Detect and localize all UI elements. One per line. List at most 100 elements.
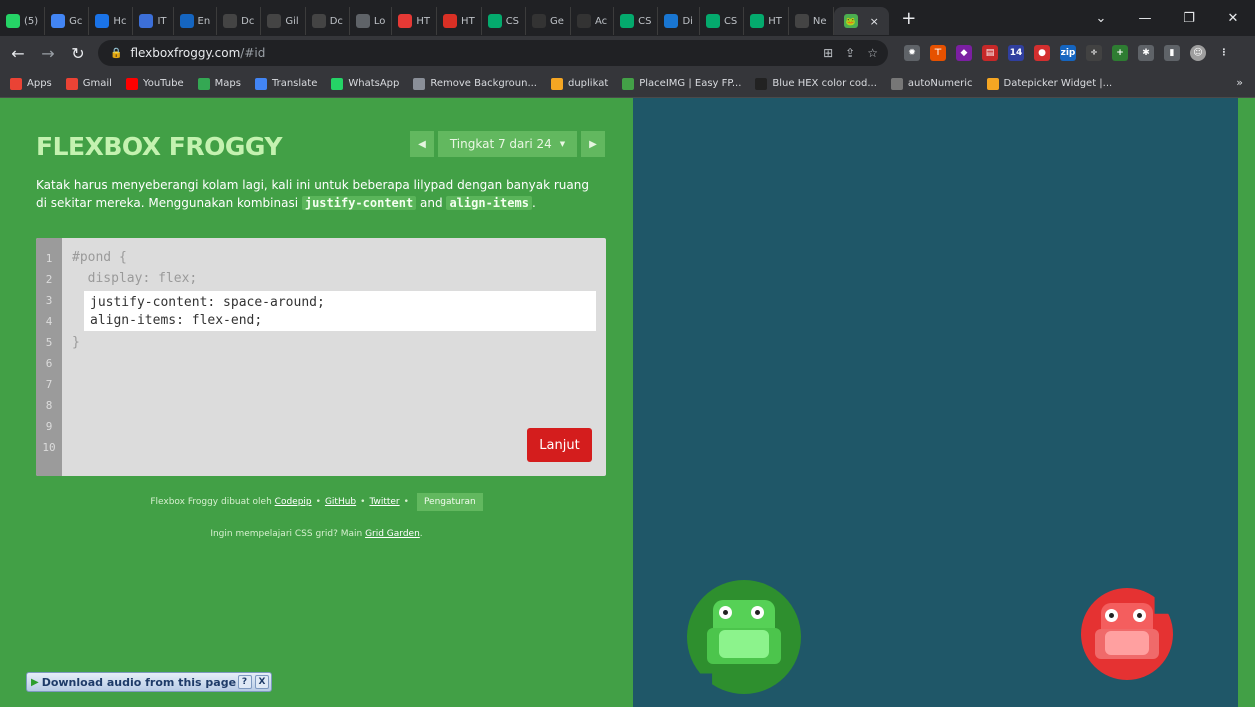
green-frog	[705, 600, 783, 672]
prev-level-button[interactable]: ◀	[410, 131, 434, 157]
puzzle-icon[interactable]: ✱	[1138, 45, 1154, 61]
codepip-link[interactable]: Codepip	[275, 497, 312, 507]
bookmark-label: Apps	[27, 78, 52, 89]
zip-extension-icon[interactable]: zip	[1060, 45, 1076, 61]
bookmark-item[interactable]: Gmail	[65, 77, 112, 90]
close-tab-icon[interactable]: ×	[870, 15, 879, 28]
calendar-extension-icon[interactable]: ▤	[982, 45, 998, 61]
grid-garden-link[interactable]: Grid Garden	[365, 529, 420, 539]
browser-tab[interactable]: CS	[482, 7, 527, 35]
credits: Flexbox Froggy dibuat oleh Codepip • Git…	[0, 493, 633, 511]
browser-tab[interactable]: Di	[658, 7, 700, 35]
browser-tab[interactable]: HT	[392, 7, 438, 35]
bookmark-label: Blue HEX color cod...	[772, 78, 877, 89]
address-bar[interactable]: 🔒 flexboxfroggy.com /#id ⊞ ⇪ ☆	[98, 40, 888, 66]
browser-tab[interactable]: Dc	[306, 7, 350, 35]
gear-extension-icon[interactable]: ✹	[904, 45, 920, 61]
browser-tab[interactable]: Ac	[571, 7, 615, 35]
bookmark-item[interactable]: autoNumeric	[890, 77, 973, 90]
tab-label: Ge	[550, 15, 564, 27]
badge-extension-icon[interactable]: 14	[1008, 45, 1024, 61]
back-icon[interactable]: ←	[6, 44, 30, 63]
settings-button[interactable]: Pengaturan	[416, 493, 483, 511]
lock-icon[interactable]: 🔒	[110, 48, 122, 59]
bookmark-item[interactable]: Remove Backgroun...	[413, 77, 537, 90]
hex-icon	[755, 77, 768, 90]
browser-tab[interactable]: En	[174, 7, 218, 35]
tab-label: Lo	[373, 15, 386, 27]
tab-label: CS	[638, 15, 652, 27]
bookmark-item[interactable]: duplikat	[550, 77, 608, 90]
globe-icon	[139, 14, 154, 28]
eyedropper-extension-icon[interactable]: ⊤	[930, 45, 946, 61]
browser-tab[interactable]: CS	[700, 7, 745, 35]
bookmark-item[interactable]: Maps	[197, 77, 241, 90]
bookmark-star-icon[interactable]: ☆	[867, 46, 878, 60]
shield-extension-icon[interactable]: ●	[1034, 45, 1050, 61]
tab-label: Dc	[329, 15, 343, 27]
minimize-icon[interactable]: —	[1123, 11, 1167, 26]
browser-tab[interactable]: Hc	[89, 7, 134, 35]
next-level-button[interactable]: ▶	[581, 131, 605, 157]
bookmark-item[interactable]: Apps	[10, 77, 52, 90]
browser-tab[interactable]: Gil	[261, 7, 306, 35]
page-icon	[355, 14, 370, 28]
close-window-icon[interactable]: ✕	[1211, 11, 1255, 26]
translate-page-icon[interactable]: ⊞	[823, 46, 833, 60]
line-number: 1	[45, 252, 53, 265]
add-extension-icon[interactable]: +	[1112, 45, 1128, 61]
github-link[interactable]: GitHub	[325, 497, 356, 507]
tab-label: En	[197, 15, 211, 27]
browser-tab[interactable]: Dc	[217, 7, 262, 35]
page-content: FLEXBOX FROGGY ◀ Tingkat 7 dari 24 ▼ ▶ K…	[0, 98, 1255, 707]
help-icon[interactable]: ?	[237, 675, 252, 689]
tab-label: HT	[416, 15, 431, 27]
browser-tab[interactable]: HT	[744, 7, 789, 35]
tab-label: IT	[157, 15, 167, 27]
browser-tab[interactable]: Ge	[526, 7, 571, 35]
profile-avatar-icon[interactable]: ☺	[1190, 45, 1206, 61]
browser-tab[interactable]: HT	[437, 7, 482, 35]
close-icon[interactable]: X	[255, 675, 269, 689]
bookmark-item[interactable]: Blue HEX color cod...	[755, 77, 877, 90]
github-icon	[223, 14, 238, 28]
sidepanel-icon[interactable]: ▮	[1164, 45, 1180, 61]
credits-sep: •	[360, 497, 366, 507]
menu-kebab-icon[interactable]: ⋮	[1216, 45, 1232, 61]
browser-tab[interactable]: IT	[133, 7, 174, 35]
frog-eye	[751, 606, 764, 619]
bookmark-item[interactable]: YouTube	[125, 77, 184, 90]
download-audio-widget[interactable]: ▶ Download audio from this page ? X	[26, 672, 272, 692]
browser-tab[interactable]: (5)	[0, 7, 46, 35]
tab-label: Ac	[594, 15, 608, 27]
tab-flexbox-froggy[interactable]: 🐸 ×	[833, 7, 889, 35]
forward-icon[interactable]: →	[36, 44, 60, 63]
level-indicator[interactable]: Tingkat 7 dari 24 ▼	[438, 131, 577, 157]
input-line-2[interactable]: align-items: flex-end;	[90, 313, 262, 328]
browser-tab[interactable]: Lo	[350, 7, 393, 35]
browser-tab[interactable]: CS	[614, 7, 659, 35]
bookmark-item[interactable]: WhatsApp	[331, 77, 399, 90]
instructions-end: .	[531, 196, 536, 210]
reload-icon[interactable]: ↻	[66, 44, 90, 63]
restore-icon[interactable]: ❐	[1167, 11, 1211, 26]
bookmarks-more-icon[interactable]: »	[1236, 76, 1243, 89]
browser-tab[interactable]: Gc	[45, 7, 90, 35]
twitter-link[interactable]: Twitter	[369, 497, 399, 507]
browser-tab[interactable]: Ne	[789, 7, 834, 35]
next-button[interactable]: Lanjut	[527, 428, 592, 462]
tab-label: Ne	[812, 15, 827, 27]
bookmark-item[interactable]: Datepicker Widget |...	[986, 77, 1112, 90]
divider-extension-icon[interactable]: ÷	[1086, 45, 1102, 61]
frog-belly	[719, 630, 769, 658]
tab-search-icon[interactable]: ⌄	[1079, 11, 1123, 26]
bookmark-item[interactable]: Translate	[254, 77, 317, 90]
line-number: 2	[45, 273, 53, 286]
new-tab-button[interactable]: +	[897, 8, 921, 29]
gmail-icon	[65, 77, 78, 90]
bookmark-item[interactable]: PlaceIMG | Easy FP...	[622, 77, 741, 90]
browser-toolbar: ← → ↻ 🔒 flexboxfroggy.com /#id ⊞ ⇪ ☆ ✹ ⊤…	[0, 36, 1255, 70]
input-line-1[interactable]: justify-content: space-around;	[90, 295, 325, 310]
share-icon[interactable]: ⇪	[845, 46, 855, 60]
color-extension-icon[interactable]: ◆	[956, 45, 972, 61]
